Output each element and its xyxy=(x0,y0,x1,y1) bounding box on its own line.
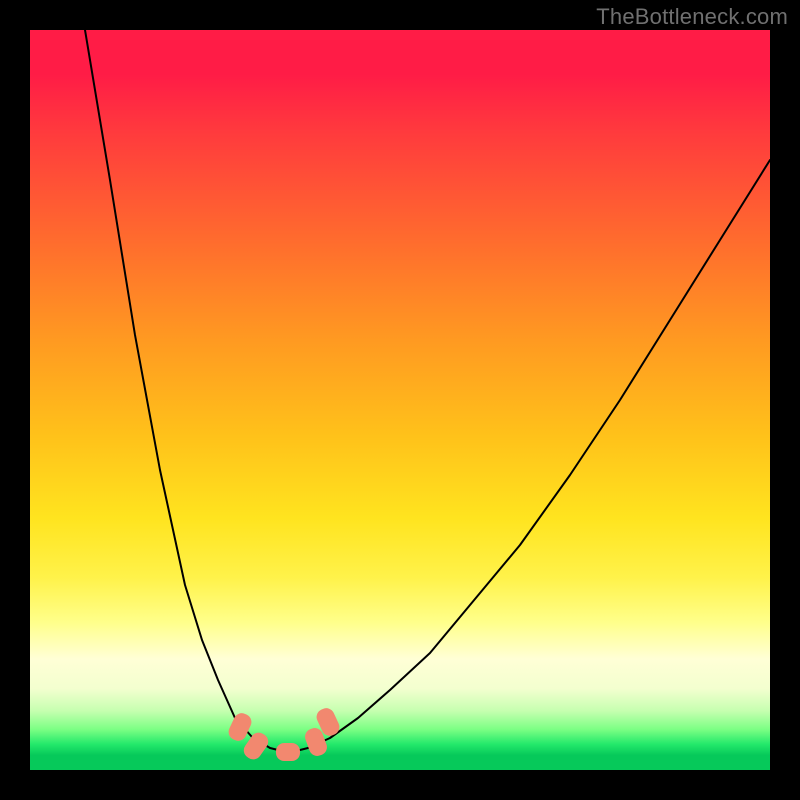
bottleneck-curve xyxy=(85,30,770,750)
valley-marker-0 xyxy=(226,711,254,744)
watermark-text: TheBottleneck.com xyxy=(596,4,788,30)
chart-stage: TheBottleneck.com xyxy=(0,0,800,800)
plot-area xyxy=(30,30,770,770)
valley-marker-2 xyxy=(276,743,300,761)
bottleneck-curve-path xyxy=(85,30,770,750)
valley-markers xyxy=(226,706,342,763)
curve-layer xyxy=(30,30,770,770)
